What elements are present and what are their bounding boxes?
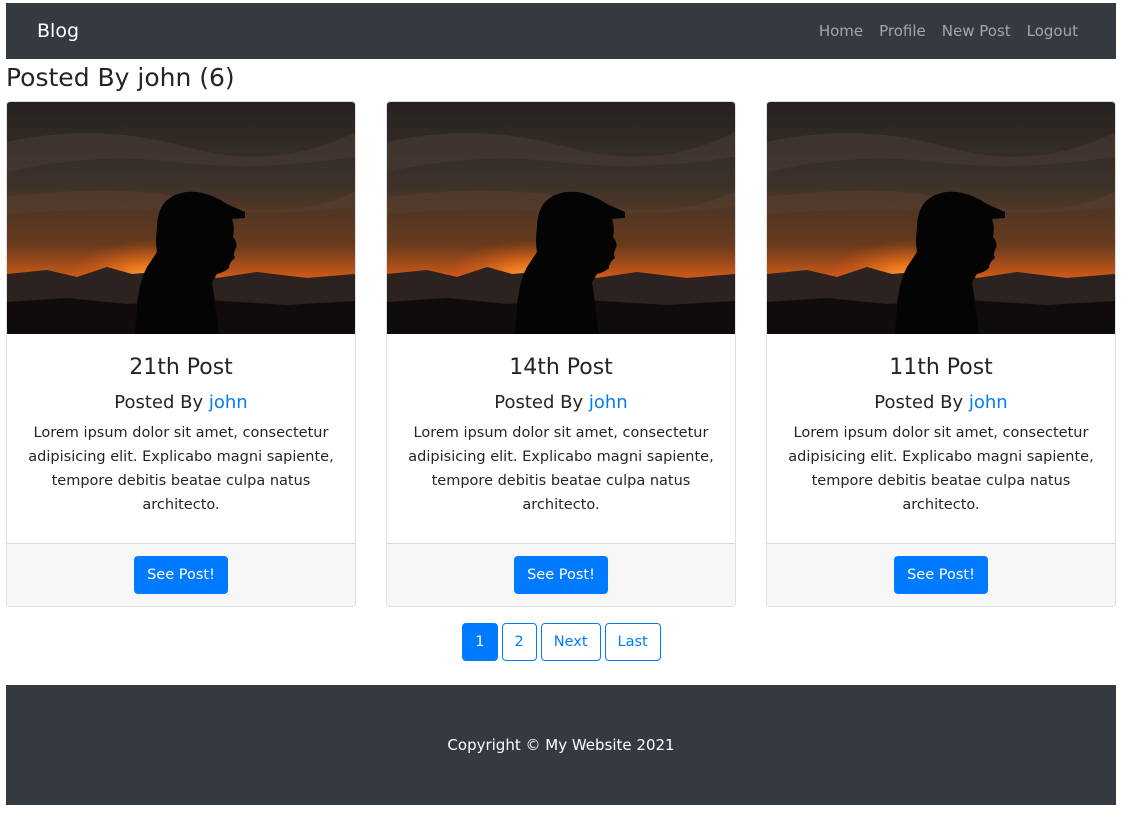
card-footer: See Post! <box>767 543 1115 606</box>
post-card: 21th Post Posted By john Lorem ipsum dol… <box>6 101 356 607</box>
nav-new-post-link[interactable]: New Post <box>942 22 1011 40</box>
post-author-line: Posted By john <box>767 390 1115 416</box>
post-card: 11th Post Posted By john Lorem ipsum dol… <box>766 101 1116 607</box>
post-excerpt: Lorem ipsum dolor sit amet, consectetur … <box>408 425 714 513</box>
post-title: 21th Post <box>129 355 233 380</box>
nav-home-link[interactable]: Home <box>819 22 863 40</box>
post-excerpt: Lorem ipsum dolor sit amet, consectetur … <box>788 425 1094 513</box>
nav-profile-link[interactable]: Profile <box>879 22 926 40</box>
next-page-button[interactable]: Next <box>540 623 601 661</box>
page-title: Posted By john (6) <box>6 63 235 92</box>
card-footer: See Post! <box>387 543 735 606</box>
post-image <box>387 102 735 334</box>
page-1-button[interactable]: 1 <box>462 623 498 661</box>
author-link[interactable]: john <box>969 392 1008 413</box>
see-post-button[interactable]: See Post! <box>514 556 608 594</box>
footer: Copyright © My Website 2021 <box>6 685 1116 805</box>
post-image <box>767 102 1115 334</box>
post-title: 11th Post <box>889 355 993 380</box>
navbar: Blog Home Profile New Post Logout <box>6 3 1116 59</box>
brand-link[interactable]: Blog <box>37 20 79 42</box>
card-body: 21th Post Posted By john Lorem ipsum dol… <box>7 334 355 543</box>
pagination: 1 2 Next Last <box>0 623 1123 661</box>
nav-links: Home Profile New Post Logout <box>819 22 1078 40</box>
last-page-button[interactable]: Last <box>604 623 661 661</box>
post-author-line: Posted By john <box>387 390 735 416</box>
author-link[interactable]: john <box>589 392 628 413</box>
posted-by-label: Posted By <box>494 392 589 413</box>
post-image <box>7 102 355 334</box>
see-post-button[interactable]: See Post! <box>134 556 228 594</box>
post-excerpt: Lorem ipsum dolor sit amet, consectetur … <box>28 425 334 513</box>
post-author-line: Posted By john <box>7 390 355 416</box>
card-body: 14th Post Posted By john Lorem ipsum dol… <box>387 334 735 543</box>
card-footer: See Post! <box>7 543 355 606</box>
post-card: 14th Post Posted By john Lorem ipsum dol… <box>386 101 736 607</box>
author-link[interactable]: john <box>209 392 248 413</box>
posted-by-label: Posted By <box>114 392 209 413</box>
page-2-button[interactable]: 2 <box>501 623 537 661</box>
posted-by-label: Posted By <box>874 392 969 413</box>
post-title: 14th Post <box>509 355 613 380</box>
card-body: 11th Post Posted By john Lorem ipsum dol… <box>767 334 1115 543</box>
copyright-text: Copyright © My Website 2021 <box>447 736 675 754</box>
see-post-button[interactable]: See Post! <box>894 556 988 594</box>
post-cards: 21th Post Posted By john Lorem ipsum dol… <box>6 101 1116 607</box>
nav-logout-link[interactable]: Logout <box>1027 22 1078 40</box>
